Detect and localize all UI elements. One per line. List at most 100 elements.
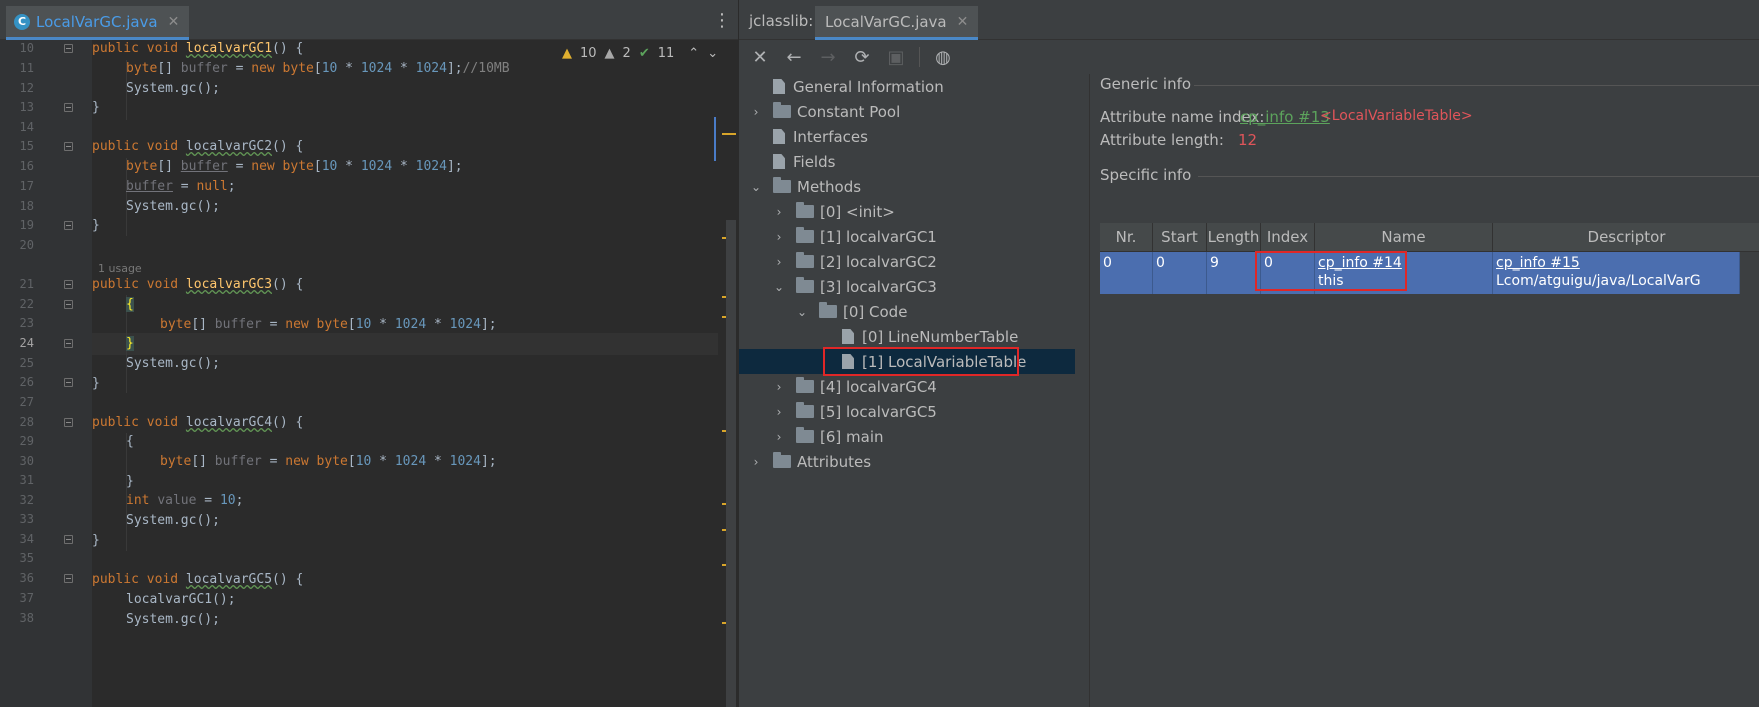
line-number: 38: [19, 611, 34, 625]
code-line: {: [126, 297, 134, 312]
column-header-index[interactable]: Index: [1261, 223, 1315, 252]
attribute-detail-panel: Generic info Attribute name index: cp_in…: [1089, 74, 1759, 707]
fold-marker[interactable]: [64, 44, 73, 53]
changed-lines-marker: [714, 117, 716, 161]
chevron-right-icon[interactable]: ›: [772, 230, 786, 244]
save-icon[interactable]: ▣: [883, 44, 909, 70]
chevron-right-icon[interactable]: ›: [749, 455, 763, 469]
close-icon[interactable]: ✕: [957, 14, 969, 30]
chevron-down-icon[interactable]: ⌄: [795, 305, 809, 319]
line-number: 27: [19, 395, 34, 409]
code-line: public void localvarGC4() {: [92, 415, 304, 430]
tree-item-label: Constant Pool: [797, 102, 901, 121]
line-number: 29: [19, 434, 34, 448]
specific-info-header: Specific info: [1100, 166, 1192, 184]
code-area[interactable]: public void localvarGC1() { byte[] buffe…: [92, 40, 718, 707]
fold-marker[interactable]: [64, 280, 73, 289]
indent-guide: [126, 433, 127, 551]
fold-marker[interactable]: [64, 378, 73, 387]
file-icon: [842, 329, 854, 344]
fold-marker[interactable]: [64, 300, 73, 309]
attr-length-label: Attribute length:: [1100, 131, 1224, 149]
chevron-down-icon[interactable]: ⌄: [707, 46, 718, 61]
chevron-down-icon[interactable]: ⌄: [772, 280, 786, 294]
code-line: public void localvarGC1() {: [92, 41, 304, 56]
code-line: public void localvarGC5() {: [92, 572, 304, 587]
chevron-right-icon[interactable]: ›: [772, 380, 786, 394]
fold-marker[interactable]: [64, 418, 73, 427]
chevron-right-icon[interactable]: ›: [772, 205, 786, 219]
more-options-icon[interactable]: ⋮: [712, 10, 732, 32]
browser-icon[interactable]: ◍: [930, 44, 956, 70]
chevron-right-icon[interactable]: ›: [772, 430, 786, 444]
attr-name-link[interactable]: cp_info #13: [1240, 108, 1330, 126]
chevron-down-icon[interactable]: ⌄: [749, 180, 763, 194]
tree-item[interactable]: › [5] localvarGC5: [739, 399, 1075, 424]
tree-item[interactable]: › [1] localvarGC1: [739, 224, 1075, 249]
column-header-start-pc[interactable]: Start PC: [1153, 223, 1207, 275]
warning-stripe-mark[interactable]: [722, 133, 736, 135]
tree-item[interactable]: [0] LineNumberTable: [739, 324, 1075, 349]
usage-hint[interactable]: 1 usage: [98, 262, 142, 275]
tree-item[interactable]: Fields: [739, 149, 1075, 174]
descriptor-cp-link[interactable]: cp_info #15: [1496, 255, 1580, 271]
vertical-scrollbar-thumb[interactable]: [726, 220, 736, 707]
fold-marker[interactable]: [64, 339, 73, 348]
toolbar-separator: [919, 47, 920, 67]
line-number: 20: [19, 238, 34, 252]
current-line-highlight: [92, 333, 718, 355]
column-header-descriptor[interactable]: Descriptor: [1493, 223, 1759, 252]
tree-item[interactable]: › [2] localvarGC2: [739, 249, 1075, 274]
code-line: localvarGC1();: [126, 592, 236, 607]
tree-item[interactable]: › Constant Pool: [739, 99, 1075, 124]
chevron-right-icon[interactable]: ›: [772, 405, 786, 419]
line-number-gutter: 10 11 12 13 14 15 16 17 18 19 20 21 22 23 24 25 26 27 28 29…: [0, 40, 92, 707]
column-header-name[interactable]: Name: [1315, 223, 1493, 252]
chevron-right-icon[interactable]: ›: [749, 105, 763, 119]
jclasslib-tab-label: LocalVarGC.java: [825, 12, 947, 31]
fold-marker[interactable]: [64, 574, 73, 583]
line-number: 31: [19, 473, 34, 487]
tree-item[interactable]: ⌄ Methods: [739, 174, 1075, 199]
class-structure-tree[interactable]: General Information › Constant Pool Interfa…: [739, 74, 1075, 707]
column-header-nr[interactable]: Nr.: [1100, 223, 1153, 252]
close-icon[interactable]: ✕: [168, 14, 180, 30]
cell-start-pc: 0: [1153, 252, 1207, 294]
inspection-widget[interactable]: ▲ 10 ▲ 2 ✔ 11 ⌃ ⌄: [562, 46, 718, 61]
tree-item-label: [2] localvarGC2: [820, 252, 937, 271]
code-line: int value = 10;: [126, 493, 244, 508]
tree-item[interactable]: › Attributes: [739, 449, 1075, 474]
tree-item-label: Attributes: [797, 452, 872, 471]
tree-item[interactable]: ⌄ [3] localvarGC3: [739, 274, 1075, 299]
file-icon: [773, 129, 785, 144]
code-line: System.gc();: [126, 81, 220, 96]
fold-marker[interactable]: [64, 142, 73, 151]
column-header-length[interactable]: Length: [1207, 223, 1261, 252]
tree-item[interactable]: › [6] main: [739, 424, 1075, 449]
tree-item[interactable]: Interfaces: [739, 124, 1075, 149]
line-number: 33: [19, 512, 34, 526]
chevron-right-icon[interactable]: ›: [772, 255, 786, 269]
code-line: byte[] buffer = new byte[10 * 1024 * 102…: [126, 159, 463, 174]
fold-marker[interactable]: [64, 103, 73, 112]
folder-icon: [796, 402, 814, 418]
line-number: 35: [19, 551, 34, 565]
editor-tab-localvargc[interactable]: C LocalVarGC.java ✕: [6, 6, 190, 40]
tree-item[interactable]: › [4] localvarGC4: [739, 374, 1075, 399]
tree-item-label: [0] <init>: [820, 202, 895, 221]
code-editor-pane: C LocalVarGC.java ✕ ⋮ 10 11 12 13 14 15 16 17 18…: [0, 0, 738, 707]
chevron-up-icon[interactable]: ⌃: [688, 46, 699, 61]
reload-icon[interactable]: ⟳: [849, 44, 875, 70]
code-line: }: [92, 376, 100, 391]
back-icon[interactable]: ←: [781, 44, 807, 70]
tree-item[interactable]: › [0] <init>: [739, 199, 1075, 224]
fold-marker[interactable]: [64, 535, 73, 544]
fold-marker[interactable]: [64, 221, 73, 230]
tree-item[interactable]: General Information: [739, 74, 1075, 99]
close-icon[interactable]: ✕: [747, 44, 773, 70]
editor-tab-label: LocalVarGC.java: [36, 12, 158, 31]
warning-icon: ▲: [562, 46, 572, 61]
jclasslib-tab-localvargc[interactable]: LocalVarGC.java ✕: [815, 6, 979, 40]
tree-item[interactable]: ⌄ [0] Code: [739, 299, 1075, 324]
forward-icon[interactable]: →: [815, 44, 841, 70]
